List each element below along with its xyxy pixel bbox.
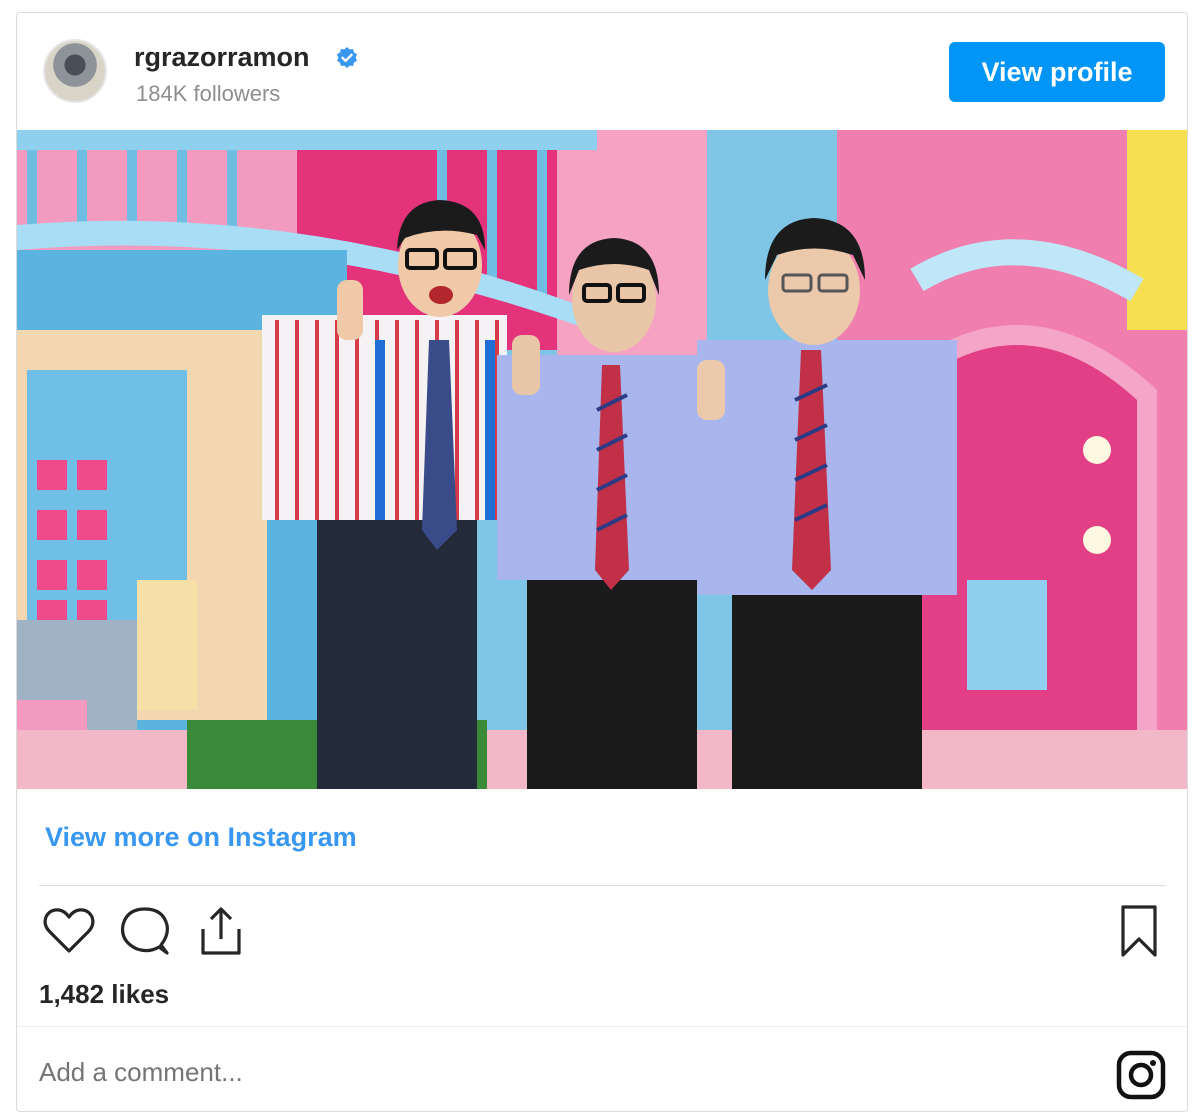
heart-icon[interactable]: [39, 901, 99, 961]
username[interactable]: rgrazorramon: [134, 42, 310, 73]
comment-icon[interactable]: [115, 901, 175, 961]
avatar[interactable]: [43, 39, 107, 103]
post-header: rgrazorramon 184K followers View profile: [17, 13, 1187, 130]
likes-count[interactable]: 1,482 likes: [39, 979, 169, 1010]
instagram-embed-card: rgrazorramon 184K followers View profile: [16, 12, 1188, 1112]
bookmark-icon[interactable]: [1109, 901, 1169, 961]
verified-badge-icon: [337, 47, 357, 68]
post-photo[interactable]: [17, 130, 1187, 789]
divider: [39, 885, 1165, 886]
divider: [17, 1026, 1187, 1027]
comment-input[interactable]: [39, 1057, 839, 1088]
instagram-icon[interactable]: [1115, 1049, 1167, 1101]
share-icon[interactable]: [191, 901, 251, 961]
view-more-link[interactable]: View more on Instagram: [45, 822, 357, 853]
view-profile-button[interactable]: View profile: [949, 42, 1165, 102]
followers-count: 184K followers: [136, 81, 281, 106]
